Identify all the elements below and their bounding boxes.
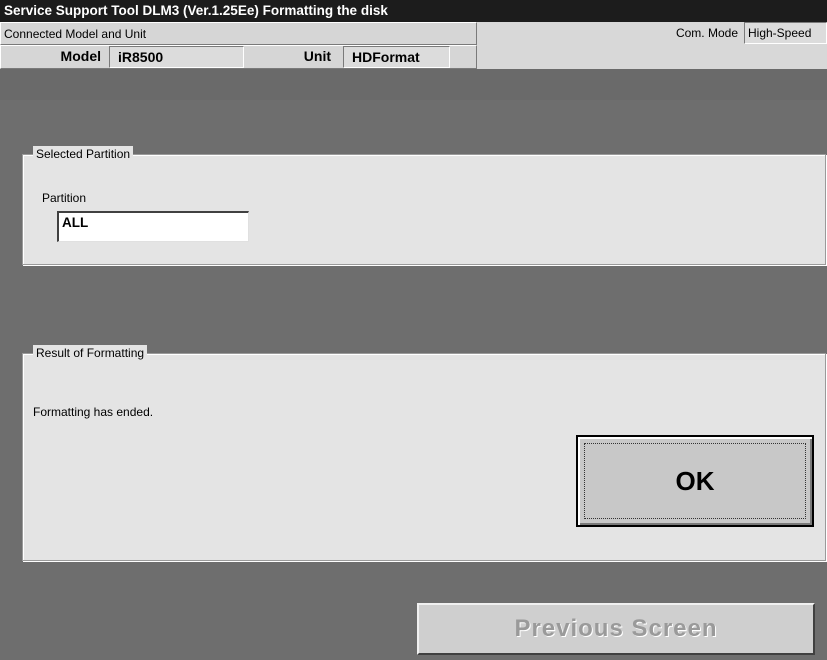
- header-blank-panel: [477, 45, 827, 69]
- com-mode-label: Com. Mode: [675, 26, 738, 40]
- model-value: iR8500: [109, 46, 244, 68]
- formatting-result-message: Formatting has ended.: [33, 405, 154, 419]
- previous-screen-button[interactable]: Previous Screen: [417, 603, 815, 655]
- unit-label: Unit: [303, 48, 331, 64]
- partition-input[interactable]: ALL: [57, 211, 249, 242]
- window-title: Service Support Tool DLM3 (Ver.1.25Ee) F…: [0, 0, 827, 22]
- previous-screen-label: Previous Screen: [514, 615, 718, 642]
- model-unit-row: Model iR8500 Unit HDFormat: [0, 45, 477, 69]
- selected-partition-legend: Selected Partition: [33, 146, 134, 162]
- ok-button[interactable]: OK: [576, 435, 814, 527]
- connected-model-unit-label: Connected Model and Unit: [0, 22, 477, 45]
- partition-label: Partition: [42, 191, 87, 205]
- model-label: Model: [60, 48, 101, 64]
- com-mode-panel: Com. Mode High-Speed: [477, 22, 827, 45]
- com-mode-value: High-Speed: [744, 22, 827, 44]
- result-of-formatting-legend: Result of Formatting: [33, 345, 148, 361]
- connection-info-bar: Connected Model and Unit Com. Mode High-…: [0, 22, 827, 100]
- selected-partition-group: Selected Partition Partition ALL: [22, 146, 826, 265]
- unit-value: HDFormat: [343, 46, 450, 68]
- ok-focus-rect: [584, 443, 806, 519]
